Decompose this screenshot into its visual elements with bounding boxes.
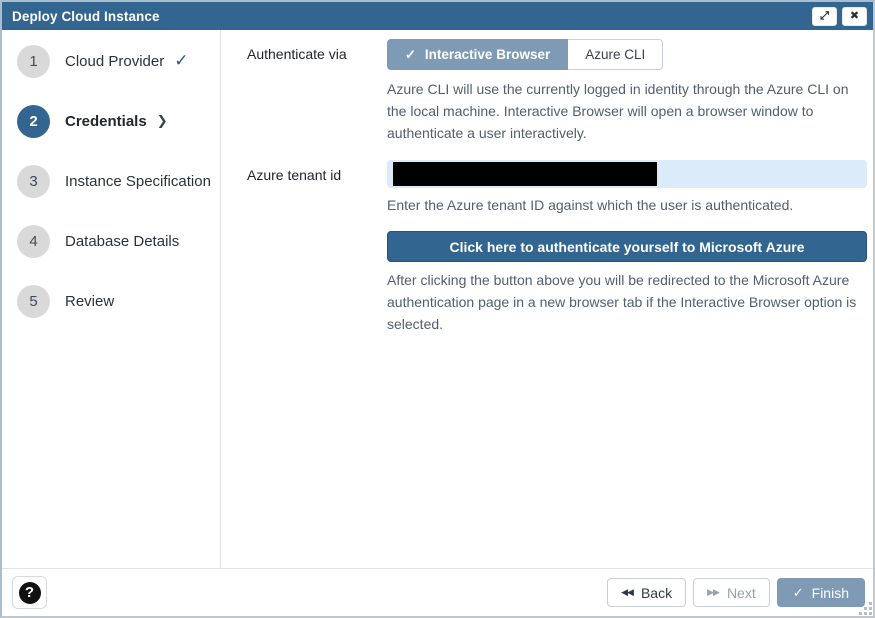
step-number: 4 [17,225,50,258]
tenant-id-input[interactable] [387,160,867,188]
authenticate-via-row: Authenticate via ✓ Interactive Browser A… [247,39,868,144]
next-button[interactable]: ▶▶ Next [693,578,770,607]
tenant-id-row: Azure tenant id Enter the Azure tenant I… [247,160,868,216]
toggle-option-label: Azure CLI [585,47,645,62]
maximize-button[interactable]: ⤢ [812,7,837,26]
selected-check-icon: ✓ [405,47,416,63]
dialog-footer: ? ◀◀ Back ▶▶ Next ✓ Finish [2,568,873,616]
step-review[interactable]: 5 Review [2,271,220,331]
toggle-azure-cli[interactable]: Azure CLI [568,39,663,70]
redacted-value-overlay [393,162,657,186]
finish-button-label: Finish [812,585,849,601]
finish-button[interactable]: ✓ Finish [777,578,865,607]
help-button[interactable]: ? [12,576,47,609]
back-button[interactable]: ◀◀ Back [607,578,686,607]
step-completed-check-icon: ✓ [174,51,188,71]
dialog-body: 1 Cloud Provider ✓ 2 Credentials ❯ 3 Ins… [2,30,873,568]
close-button[interactable]: ✖ [842,7,867,26]
back-button-label: Back [641,585,672,601]
step-credentials[interactable]: 2 Credentials ❯ [2,91,220,151]
step-number: 5 [17,285,50,318]
authenticate-help-text: After clicking the button above you will… [387,269,867,335]
step-number: 2 [17,105,50,138]
step-active-chevron-icon: ❯ [157,113,168,129]
resize-grip[interactable] [869,612,872,615]
step-cloud-provider[interactable]: 1 Cloud Provider ✓ [2,31,220,91]
step-label: Instance Specification [65,173,211,190]
toggle-option-label: Interactive Browser [425,47,550,62]
step-label: Credentials [65,113,147,130]
finish-check-icon: ✓ [793,585,804,601]
authenticate-via-help-text: Azure CLI will use the currently logged … [387,78,867,144]
authenticate-via-toggle: ✓ Interactive Browser Azure CLI [387,39,663,70]
tenant-id-help-text: Enter the Azure tenant ID against which … [387,194,867,216]
step-label: Cloud Provider [65,53,164,70]
toggle-interactive-browser[interactable]: ✓ Interactive Browser [387,39,568,70]
step-label: Database Details [65,233,179,250]
deploy-cloud-instance-dialog: Deploy Cloud Instance ⤢ ✖ 1 Cloud Provid… [0,0,875,618]
close-icon: ✖ [850,8,859,24]
authenticate-via-label: Authenticate via [247,39,387,62]
step-number: 1 [17,45,50,78]
step-database-details[interactable]: 4 Database Details [2,211,220,271]
step-label: Review [65,293,114,310]
next-button-label: Next [727,585,756,601]
back-icon: ◀◀ [621,587,633,598]
tenant-id-label: Azure tenant id [247,160,387,183]
titlebar: Deploy Cloud Instance ⤢ ✖ [2,2,873,30]
step-instance-specification[interactable]: 3 Instance Specification [2,151,220,211]
authenticate-azure-button[interactable]: Click here to authenticate yourself to M… [387,231,867,262]
authenticate-row-spacer [247,231,387,238]
credentials-form: Authenticate via ✓ Interactive Browser A… [221,30,873,568]
wizard-steps-sidebar: 1 Cloud Provider ✓ 2 Credentials ❯ 3 Ins… [2,30,221,568]
step-number: 3 [17,165,50,198]
next-icon: ▶▶ [707,587,719,598]
help-icon: ? [19,582,41,604]
authenticate-row: Click here to authenticate yourself to M… [247,231,868,335]
dialog-title: Deploy Cloud Instance [12,9,807,24]
maximize-icon: ⤢ [820,8,829,24]
